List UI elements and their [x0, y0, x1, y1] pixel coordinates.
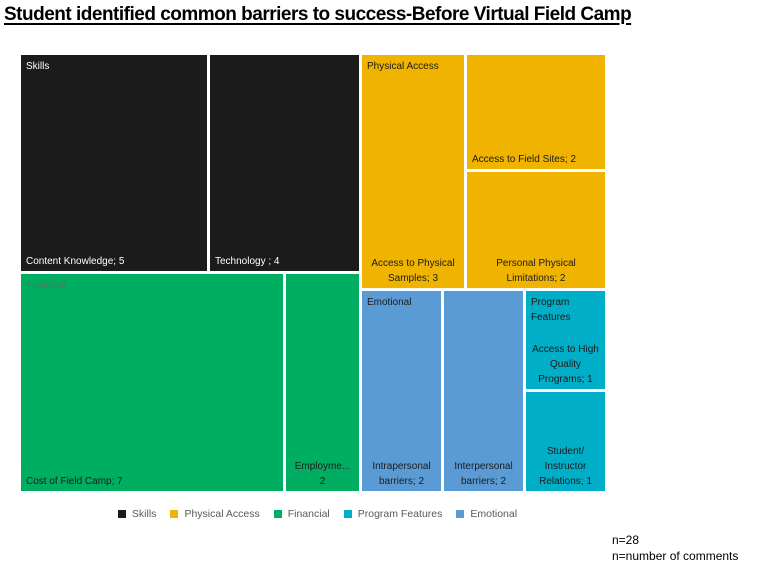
tile-label-personal-physical-limitations: Personal Physical	[496, 258, 575, 269]
tile-cost-of-field-camp	[19, 272, 285, 493]
legend-label-financial: Financial	[287, 508, 330, 520]
legend-swatch-physical-access	[170, 510, 179, 518]
legend-swatch-financial	[273, 510, 282, 518]
tile-content-knowledge	[19, 53, 209, 273]
tile-label-cost-of-field-camp: Cost of Field Camp; 7	[26, 476, 123, 487]
legend-entry-financial: Financial	[273, 508, 330, 520]
sample-size: n=28	[612, 533, 640, 547]
legend-swatch-emotional	[456, 510, 465, 518]
legend-label-skills: Skills	[131, 508, 157, 520]
tile-label-access-to-physical-samples: Access to Physical	[371, 258, 454, 269]
tile-label-access-to-high-quality-programs: Quality	[550, 359, 581, 370]
tile-label-interpersonal-barriers: Interpersonal	[454, 461, 512, 472]
category-header-program-features: Features	[531, 312, 570, 323]
tile-label-access-to-physical-samples: Samples; 3	[388, 273, 438, 284]
tile-label-employment: 2	[320, 476, 326, 487]
tile-access-to-physical-samples	[360, 53, 466, 290]
tile-label-student-instructor-relations: Instructor	[545, 461, 587, 472]
category-group-physical-access: Access to Physical Samples; 3 Access to Fi…	[360, 53, 607, 290]
legend-label-physical-access: Physical Access	[184, 508, 260, 520]
tile-personal-physical-limitations	[465, 170, 607, 290]
sample-size-definition: n=number of comments	[612, 549, 739, 563]
tile-label-content-knowledge: Content Knowledge; 5	[26, 256, 125, 267]
category-header-physical-access: Physical Access	[367, 61, 439, 72]
tile-label-intrapersonal-barriers: Intrapersonal	[372, 461, 430, 472]
category-header-skills: Skills	[26, 61, 49, 72]
category-group-program-features: Access to High Quality Programs; 1 Student/…	[524, 289, 607, 493]
legend-entry-emotional: Emotional	[456, 508, 517, 520]
legend-swatch-program-features	[343, 510, 352, 518]
legend-entry-program-features: Program Features	[343, 508, 443, 520]
legend-entry-physical-access: Physical Access	[170, 508, 260, 520]
tile-label-access-to-field-sites: Access to Field Sites; 2	[472, 154, 576, 165]
tile-access-to-field-sites	[465, 53, 607, 171]
treemap-chart: Content Knowledge; 5 Technology ; 4 Skills…	[19, 53, 607, 493]
tile-label-employment: Employme...	[295, 461, 351, 472]
category-header-program-features: Program	[531, 297, 569, 308]
tile-label-student-instructor-relations: Student/	[547, 446, 584, 457]
category-group-emotional: Intrapersonal barriers; 2 Interpersonal bar…	[360, 289, 525, 493]
category-group-skills: Content Knowledge; 5 Technology ; 4 Skills	[19, 53, 361, 273]
tile-label-intrapersonal-barriers: barriers; 2	[379, 476, 424, 487]
tile-label-technology: Technology ; 4	[215, 256, 280, 267]
legend-entry-skills: Skills	[117, 508, 157, 520]
tile-employment	[284, 272, 361, 493]
category-group-financial: Cost of Field Camp; 7 Employme... 2 Financi…	[19, 272, 361, 493]
tile-label-access-to-high-quality-programs: Access to High	[532, 344, 599, 355]
category-header-financial: Financial	[26, 280, 66, 291]
tile-label-interpersonal-barriers: barriers; 2	[461, 476, 506, 487]
tile-technology	[208, 53, 361, 273]
tile-label-personal-physical-limitations: Limitations; 2	[507, 273, 566, 284]
tile-label-student-instructor-relations: Relations; 1	[539, 476, 592, 487]
chart-legend: Skills Physical Access Financial Program…	[0, 508, 635, 520]
sample-size-note: n=28 n=number of comments	[612, 532, 738, 564]
tile-label-access-to-high-quality-programs: Programs; 1	[538, 374, 593, 385]
legend-label-emotional: Emotional	[470, 508, 518, 520]
category-header-emotional: Emotional	[367, 297, 411, 308]
legend-swatch-skills	[117, 510, 126, 518]
legend-label-program-features: Program Features	[357, 508, 443, 520]
